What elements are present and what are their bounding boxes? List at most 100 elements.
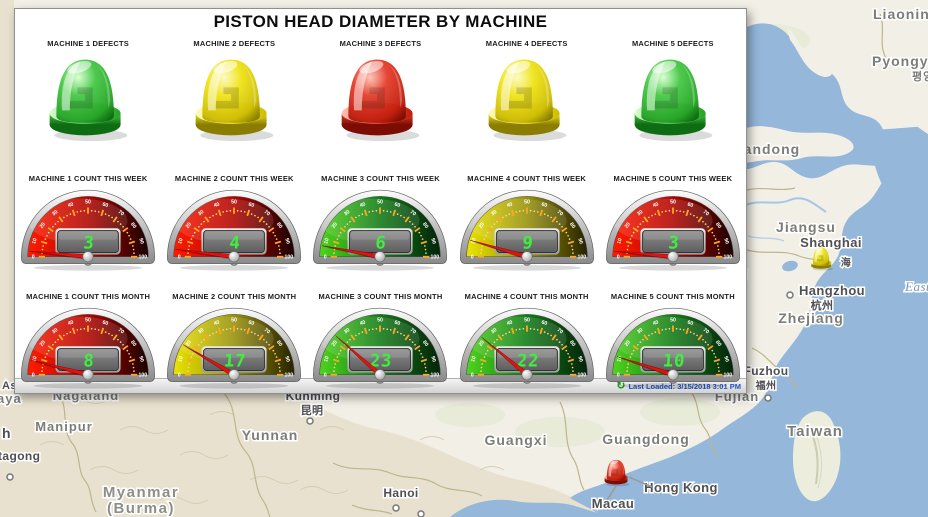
gauge-machine-2-week: MACHINE 2 COUNT THIS WEEK 01020304050607… <box>161 174 307 272</box>
gauge-machine-5-month: MACHINE 5 COUNT THIS MONTH 0102030405060… <box>600 292 746 390</box>
map-label: Hangzhou <box>799 283 865 298</box>
map-label: h <box>2 425 11 441</box>
terrain-west-strip <box>0 0 14 392</box>
svg-text:9: 9 <box>521 233 534 253</box>
gauge-machine-2-month: MACHINE 2 COUNT THIS MONTH 0102030405060… <box>161 292 307 390</box>
map-label: Guangxi <box>484 432 547 448</box>
svg-text:10: 10 <box>662 351 686 371</box>
city-dot <box>307 418 313 424</box>
defect-indicator-machine-2: MACHINE 2 DEFECTS <box>161 39 307 143</box>
gauge-label: MACHINE 2 COUNT THIS MONTH <box>172 292 296 301</box>
map-label: Yunnan <box>242 427 299 443</box>
svg-text:100: 100 <box>285 254 294 260</box>
gauge-label: MACHINE 1 COUNT THIS MONTH <box>26 292 150 301</box>
svg-text:50: 50 <box>524 318 530 324</box>
defect-label: MACHINE 3 DEFECTS <box>340 39 422 48</box>
gauge-machine-1-month: MACHINE 1 COUNT THIS MONTH 0102030405060… <box>15 292 161 390</box>
gauge-icon: 0102030405060708090100 10 <box>603 304 743 390</box>
gauge-machine-4-week: MACHINE 4 COUNT THIS WEEK 01020304050607… <box>454 174 600 272</box>
green-led-icon <box>620 51 726 143</box>
svg-text:100: 100 <box>139 372 148 378</box>
svg-text:6: 6 <box>375 233 388 253</box>
gauge-icon: 0102030405060708090100 23 <box>310 304 450 390</box>
map-label: Hanoi <box>383 486 418 500</box>
svg-text:0: 0 <box>324 372 327 378</box>
svg-text:100: 100 <box>577 372 586 378</box>
gauge-icon: 0102030405060708090100 8 <box>18 304 158 390</box>
map-label: Zhejiang <box>778 310 844 326</box>
svg-text:0: 0 <box>32 372 35 378</box>
defect-indicator-machine-5: MACHINE 5 DEFECTS <box>600 39 746 143</box>
svg-text:50: 50 <box>524 200 530 206</box>
gauge-machine-1-week: MACHINE 1 COUNT THIS WEEK 01020304050607… <box>15 174 161 272</box>
gauge-label: MACHINE 4 COUNT THIS WEEK <box>467 174 586 183</box>
defect-indicator-machine-3: MACHINE 3 DEFECTS <box>307 39 453 143</box>
gauge-machine-3-month: MACHINE 3 COUNT THIS MONTH 0102030405060… <box>307 292 453 390</box>
page-title: PISTON HEAD DIAMETER BY MACHINE <box>15 12 746 32</box>
svg-text:0: 0 <box>178 372 181 378</box>
gauge-icon: 0102030405060708090100 3 <box>18 186 158 272</box>
map-label: East <box>904 279 928 294</box>
gauge-machine-5-week: MACHINE 5 COUNT THIS WEEK 01020304050607… <box>600 174 746 272</box>
svg-text:0: 0 <box>470 372 473 378</box>
gauge-machine-3-week: MACHINE 3 COUNT THIS WEEK 01020304050607… <box>307 174 453 272</box>
svg-text:0: 0 <box>178 254 181 260</box>
gauge-label: MACHINE 3 COUNT THIS WEEK <box>321 174 440 183</box>
gauge-label: MACHINE 5 COUNT THIS WEEK <box>613 174 732 183</box>
svg-text:3: 3 <box>668 233 681 253</box>
svg-text:3: 3 <box>83 233 96 253</box>
yellow-led-icon <box>474 51 580 143</box>
defect-indicator-machine-4: MACHINE 4 DEFECTS <box>454 39 600 143</box>
gauge-label: MACHINE 2 COUNT THIS WEEK <box>175 174 294 183</box>
defect-label: MACHINE 1 DEFECTS <box>47 39 129 48</box>
map-label: Macau <box>592 496 634 511</box>
svg-text:100: 100 <box>139 254 148 260</box>
city-dot <box>418 511 424 517</box>
map-label: 海 <box>841 256 851 269</box>
svg-text:100: 100 <box>431 372 440 378</box>
gauge-label: MACHINE 3 COUNT THIS MONTH <box>318 292 442 301</box>
svg-text:0: 0 <box>617 372 620 378</box>
svg-text:100: 100 <box>577 254 586 260</box>
defect-label: MACHINE 4 DEFECTS <box>486 39 568 48</box>
defect-indicator-machine-1: MACHINE 1 DEFECTS <box>15 39 161 143</box>
svg-text:50: 50 <box>231 200 237 206</box>
gauge-icon: 0102030405060708090100 17 <box>164 304 304 390</box>
defect-label: MACHINE 5 DEFECTS <box>632 39 714 48</box>
dashboard-panel: PISTON HEAD DIAMETER BY MACHINE MACHINE … <box>14 8 747 394</box>
week-gauges-row: MACHINE 1 COUNT THIS WEEK 01020304050607… <box>15 174 746 272</box>
map-label: 昆明 <box>301 404 324 417</box>
red-led-icon <box>327 51 433 143</box>
svg-text:100: 100 <box>723 254 732 260</box>
month-gauges-row: MACHINE 1 COUNT THIS MONTH 0102030405060… <box>15 292 746 390</box>
map-label: Liaoning <box>873 6 928 22</box>
map-label: Hong Kong <box>644 480 718 495</box>
svg-text:100: 100 <box>285 372 294 378</box>
svg-text:50: 50 <box>378 318 384 324</box>
svg-text:50: 50 <box>231 318 237 324</box>
gauge-icon: 0102030405060708090100 6 <box>310 186 450 272</box>
defects-row: MACHINE 1 DEFECTS MACHINE 2 DEFECTS <box>15 39 746 143</box>
map-label: Jiangsu <box>776 219 836 235</box>
gauge-label: MACHINE 1 COUNT THIS WEEK <box>29 174 148 183</box>
map-label: Guangdong <box>602 431 690 447</box>
svg-text:0: 0 <box>470 254 473 260</box>
map-label: Manipur <box>35 419 93 434</box>
map-label: Taiwan <box>787 423 843 440</box>
svg-text:50: 50 <box>85 200 91 206</box>
yellow-led-icon <box>181 51 287 143</box>
map-label: Pyongyang <box>872 53 928 69</box>
gauge-icon: 0102030405060708090100 22 <box>457 304 597 390</box>
svg-text:50: 50 <box>85 318 91 324</box>
city-dot <box>787 292 793 298</box>
svg-text:0: 0 <box>32 254 35 260</box>
svg-text:0: 0 <box>324 254 327 260</box>
defect-label: MACHINE 2 DEFECTS <box>193 39 275 48</box>
gauge-icon: 0102030405060708090100 4 <box>164 186 304 272</box>
map-label: Fuzhou <box>743 364 788 378</box>
map-label: (Burma) <box>107 500 175 517</box>
city-dot <box>7 474 13 480</box>
gauge-icon: 0102030405060708090100 9 <box>457 186 597 272</box>
gauge-label: MACHINE 5 COUNT THIS MONTH <box>611 292 735 301</box>
green-led-icon <box>35 51 141 143</box>
